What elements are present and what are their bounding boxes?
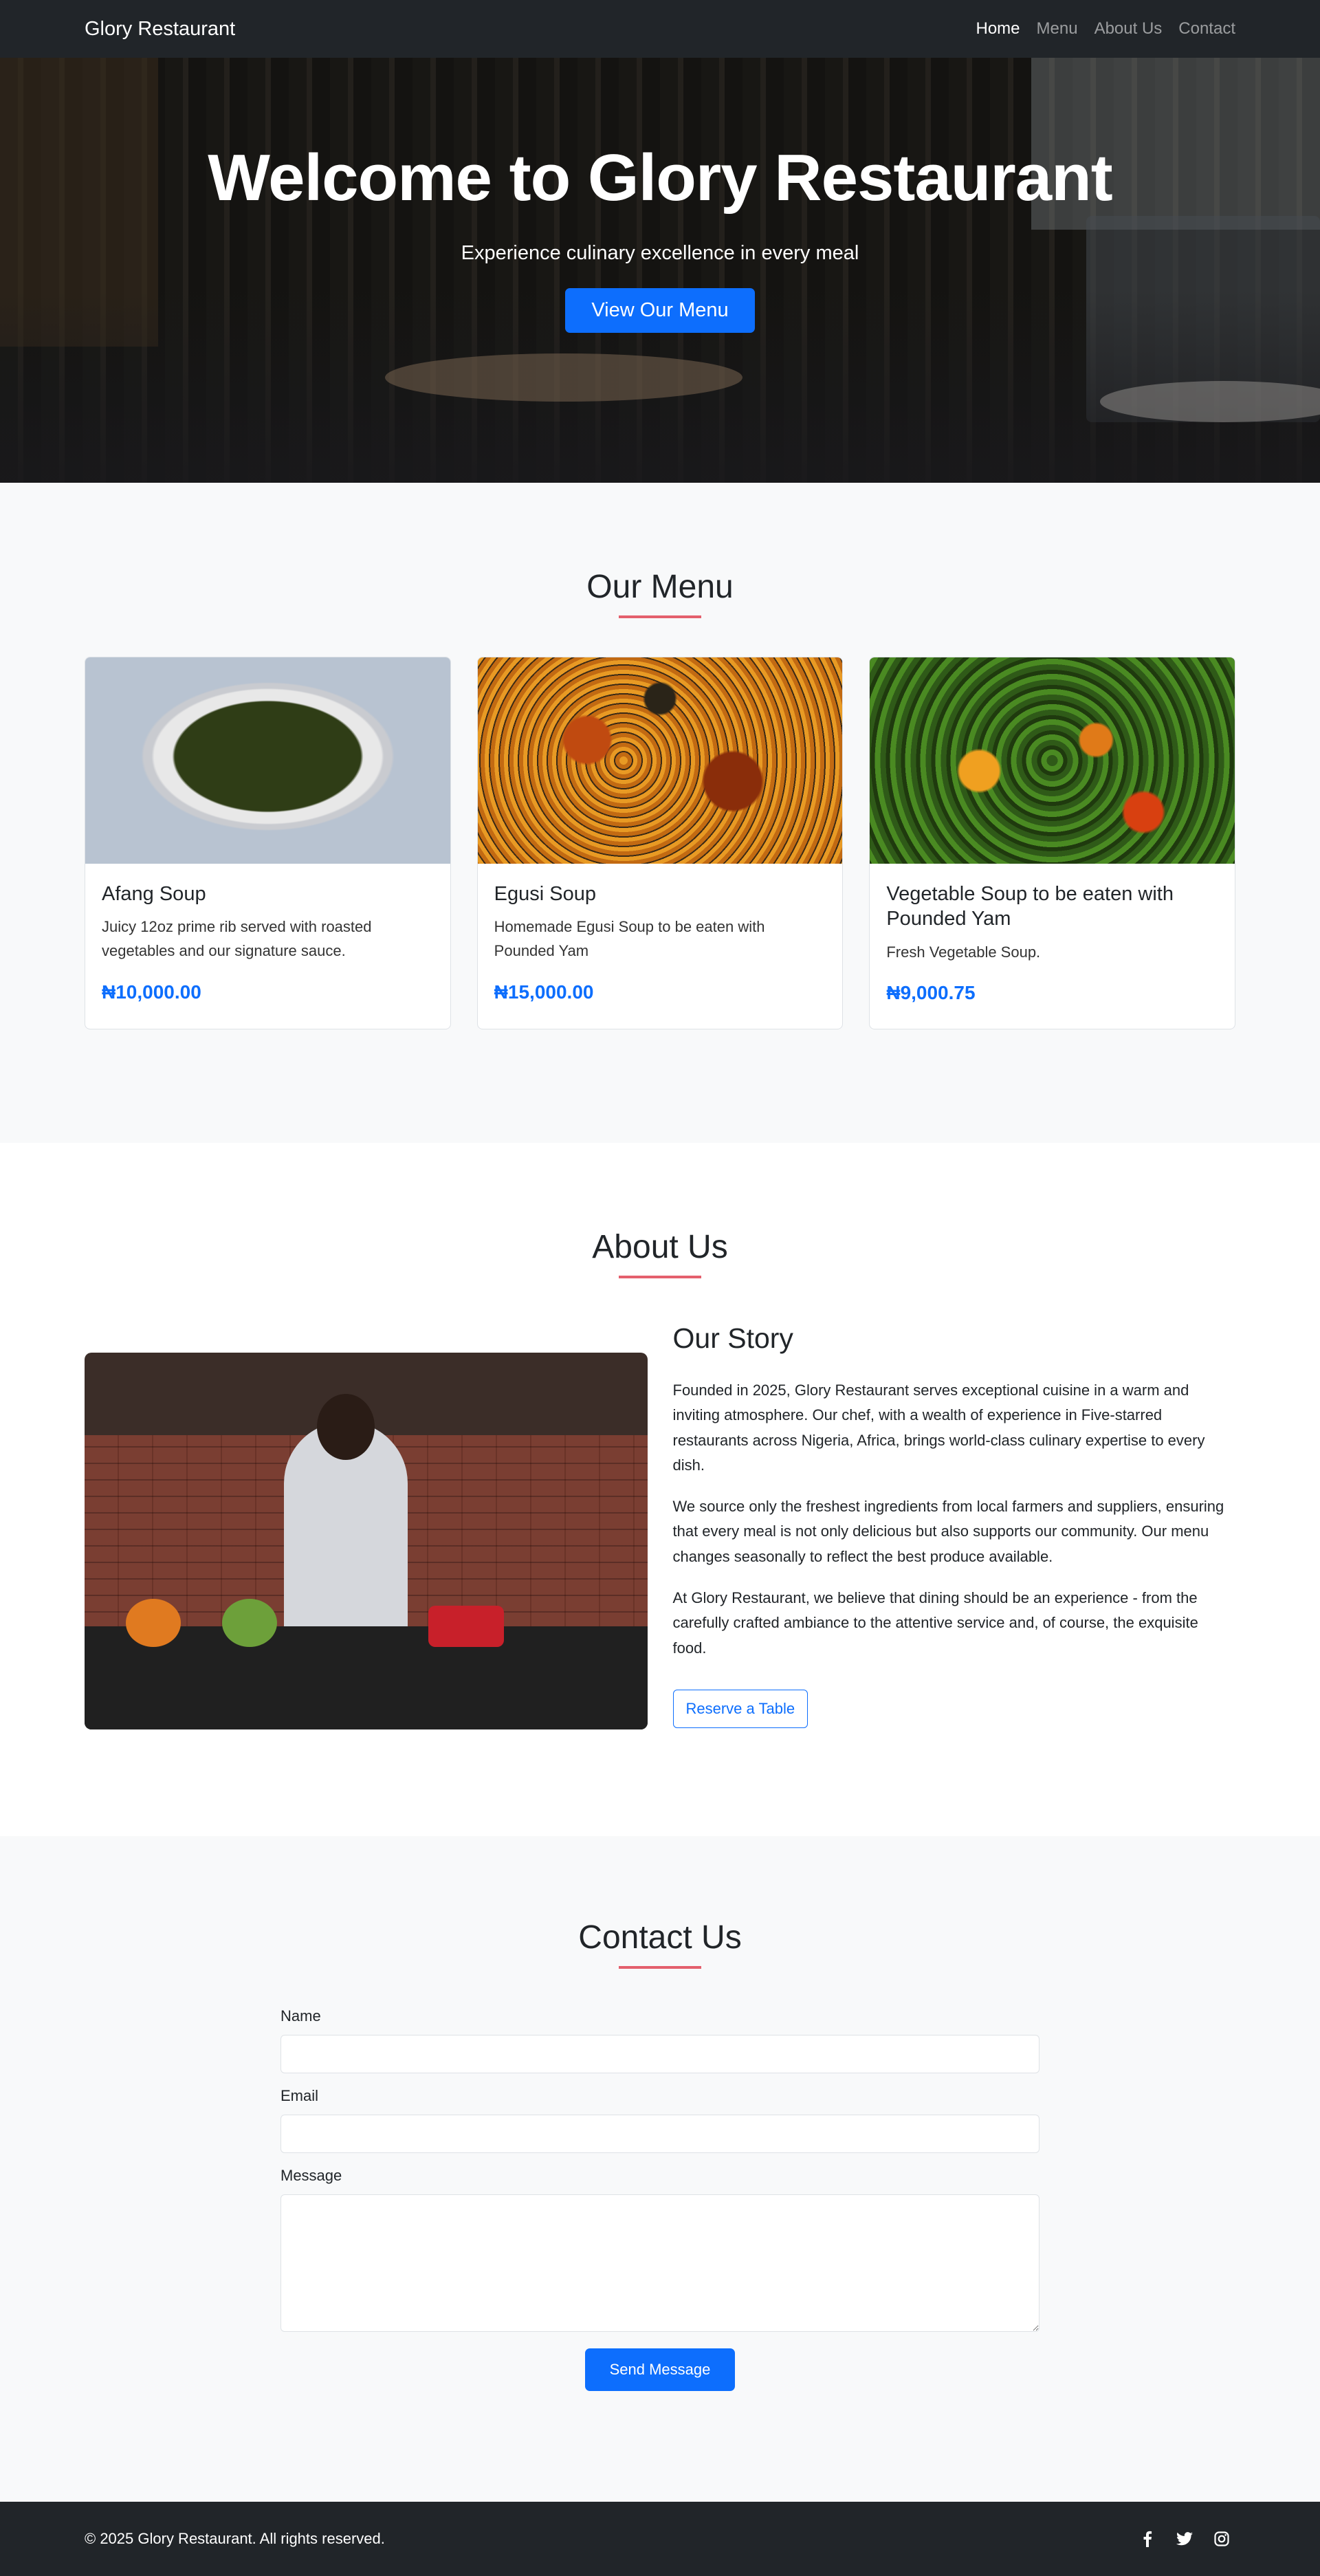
menu-item-name: Vegetable Soup to be eaten with Pounded … (886, 883, 1174, 930)
vegetable-soup-image (870, 657, 1235, 864)
chef-kitchen-image (85, 1353, 648, 1729)
nav-link-about[interactable]: About Us (1094, 19, 1163, 39)
reserve-table-button[interactable]: Reserve a Table (672, 1689, 808, 1728)
about-paragraph: Founded in 2025, Glory Restaurant serves… (672, 1382, 1205, 1474)
email-field[interactable] (280, 2115, 1040, 2153)
nav-link-contact[interactable]: Contact (1178, 19, 1235, 39)
hero-section: Welcome to Glory Restaurant Experience c… (0, 58, 1320, 483)
footer: © 2025 Glory Restaurant. All rights rese… (0, 2502, 1320, 2576)
hero-content: Welcome to Glory Restaurant Experience c… (0, 58, 1320, 333)
nav-links: Home Menu About Us Contact (976, 19, 1235, 39)
menu-item-name: Afang Soup (102, 883, 206, 905)
message-field[interactable] (280, 2194, 1040, 2332)
menu-section-title: Our Menu (586, 569, 734, 605)
social-links (1139, 2531, 1230, 2547)
contact-form: Name Email Message Send Message (280, 2007, 1040, 2391)
card-body: Egusi Soup Homemade Egusi Soup to be eat… (478, 864, 843, 1021)
nav-link-menu[interactable]: Menu (1037, 19, 1078, 39)
hero-subtitle: Experience culinary excellence in every … (461, 242, 859, 264)
name-label: Name (280, 2007, 321, 2024)
about-text: Our Story Founded in 2025, Glory Restaur… (672, 1322, 1236, 1729)
about-paragraph: We source only the freshest ingredients … (672, 1498, 1224, 1565)
menu-item-description: Juicy 12oz prime rib served with roasted… (102, 918, 372, 960)
menu-cards: Afang Soup Juicy 12oz prime rib served w… (0, 657, 1320, 1029)
twitter-icon[interactable] (1176, 2531, 1193, 2547)
afang-soup-image (85, 657, 450, 864)
message-label: Message (280, 2167, 342, 2184)
menu-item-price: ₦9,000.75 (886, 981, 976, 1003)
menu-item-price: ₦10,000.00 (102, 981, 201, 1003)
menu-item-price: ₦15,000.00 (494, 981, 594, 1003)
menu-item-name: Egusi Soup (494, 883, 596, 905)
name-field[interactable] (280, 2035, 1040, 2073)
about-section: About Us Our Story Founded in 2025, Glor… (0, 1143, 1320, 1836)
copyright-text: © 2025 Glory Restaurant. All rights rese… (85, 2530, 385, 2547)
hero-bg-table (385, 353, 742, 402)
title-underline (619, 1966, 701, 1969)
menu-card: Egusi Soup Homemade Egusi Soup to be eat… (476, 657, 844, 1029)
nav-link-home[interactable]: Home (976, 19, 1020, 39)
menu-section: Our Menu Afang Soup Juicy 12oz prime rib… (0, 483, 1320, 1143)
egusi-soup-image (477, 657, 843, 864)
navbar: Glory Restaurant Home Menu About Us Cont… (0, 0, 1320, 58)
menu-item-description: Fresh Vegetable Soup. (886, 943, 1041, 961)
menu-item-description: Homemade Egusi Soup to be eaten with Pou… (494, 918, 765, 960)
our-story-heading: Our Story (672, 1322, 793, 1354)
about-section-title: About Us (592, 1229, 728, 1265)
contact-section: Contact Us Name Email Message Send Messa… (0, 1836, 1320, 2502)
hero-title: Welcome to Glory Restaurant (208, 141, 1113, 215)
view-menu-button[interactable]: View Our Menu (565, 288, 755, 333)
contact-section-title: Contact Us (578, 1919, 742, 1956)
email-label: Email (280, 2087, 319, 2104)
send-message-button[interactable]: Send Message (584, 2348, 736, 2391)
card-body: Vegetable Soup to be eaten with Pounded … (870, 864, 1235, 1022)
about-row: Our Story Founded in 2025, Glory Restaur… (0, 1322, 1320, 1729)
title-underline (619, 615, 701, 618)
brand-logo[interactable]: Glory Restaurant (85, 18, 235, 41)
instagram-icon[interactable] (1213, 2531, 1230, 2547)
card-body: Afang Soup Juicy 12oz prime rib served w… (85, 864, 450, 1021)
menu-card: Afang Soup Juicy 12oz prime rib served w… (85, 657, 451, 1029)
about-paragraph: At Glory Restaurant, we believe that din… (672, 1589, 1198, 1657)
title-underline (619, 1276, 701, 1278)
menu-card: Vegetable Soup to be eaten with Pounded … (869, 657, 1236, 1029)
facebook-icon[interactable] (1139, 2531, 1156, 2547)
